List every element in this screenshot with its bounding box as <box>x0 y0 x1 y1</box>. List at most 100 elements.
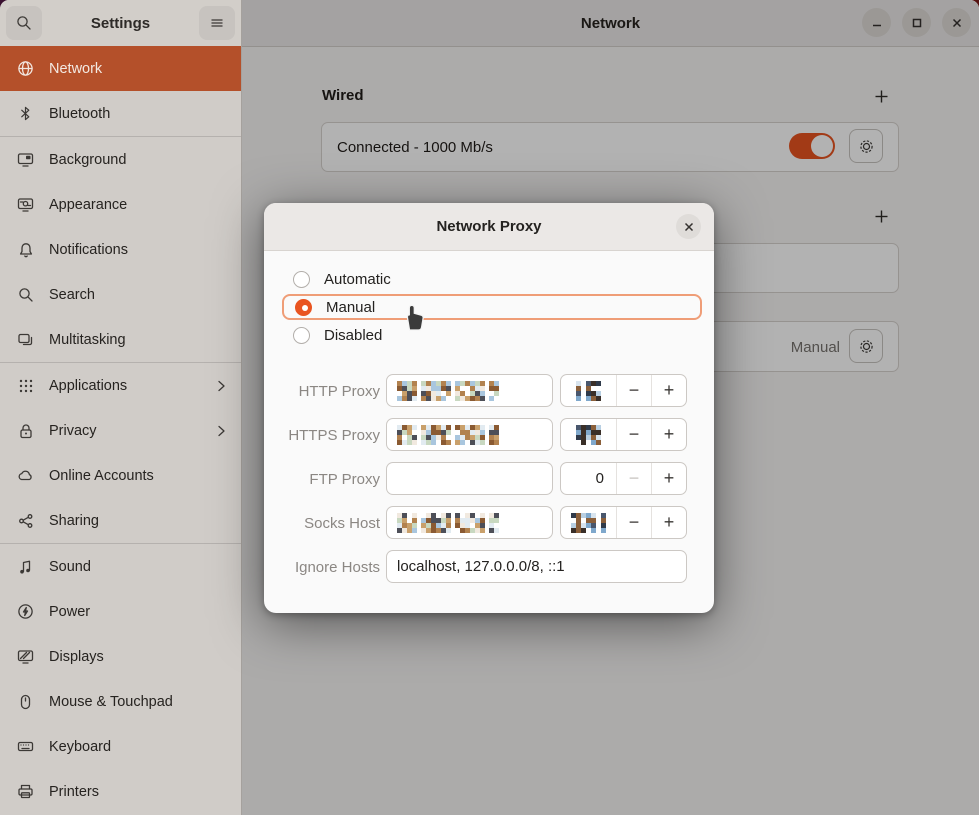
lock-icon <box>17 422 34 439</box>
search-icon <box>16 15 32 31</box>
http-proxy-input[interactable] <box>386 374 553 407</box>
redacted-port <box>576 425 601 445</box>
redacted-value <box>397 425 499 445</box>
sidebar-item-multitasking[interactable]: Multitasking <box>0 317 241 362</box>
dialog-title: Network Proxy <box>436 218 541 235</box>
sidebar: Settings Network Bluetooth <box>0 0 242 815</box>
sidebar-item-notifications[interactable]: Notifications <box>0 227 241 272</box>
sidebar-item-keyboard[interactable]: Keyboard <box>0 724 241 769</box>
dialog-close-button[interactable] <box>676 214 701 239</box>
hand-cursor <box>402 303 426 333</box>
sidebar-titlebar: Settings <box>0 0 241 47</box>
sidebar-item-mouse-touchpad[interactable]: Mouse & Touchpad <box>0 679 241 724</box>
sidebar-item-label: Displays <box>49 649 227 665</box>
ftp-port-value: 0 <box>561 463 617 494</box>
spin-plus-button[interactable]: + <box>652 463 686 494</box>
sidebar-item-label: Power <box>49 604 227 620</box>
radio-row-manual[interactable]: Manual <box>282 294 702 320</box>
ftp-proxy-port-spinner[interactable]: 0 − + <box>560 462 687 495</box>
spin-plus-button[interactable]: + <box>652 375 686 406</box>
redacted-value <box>397 381 499 401</box>
http-proxy-label: HTTP Proxy <box>264 383 380 400</box>
sidebar-item-label: Online Accounts <box>49 468 227 484</box>
sidebar-item-label: Multitasking <box>49 332 227 348</box>
cloud-icon <box>17 467 34 484</box>
radio-row-automatic[interactable]: Automatic <box>282 266 702 292</box>
power-bolt-icon <box>17 603 34 620</box>
sidebar-item-label: Notifications <box>49 242 227 258</box>
sidebar-item-label: Mouse & Touchpad <box>49 694 227 710</box>
sidebar-item-label: Printers <box>49 784 227 800</box>
close-icon <box>683 221 695 233</box>
ignore-hosts-input[interactable]: localhost, 127.0.0.0/8, ::1 <box>386 550 687 583</box>
spin-minus-button[interactable]: − <box>617 507 652 538</box>
sidebar-item-printers[interactable]: Printers <box>0 769 241 814</box>
share-nodes-icon <box>17 512 34 529</box>
ftp-proxy-label: FTP Proxy <box>264 471 380 488</box>
sidebar-title: Settings <box>91 15 150 32</box>
music-note-icon <box>17 558 34 575</box>
sidebar-item-label: Appearance <box>49 197 227 213</box>
sidebar-item-label: Sharing <box>49 513 227 529</box>
dialog-header[interactable]: Network Proxy <box>264 203 714 251</box>
appearance-icon <box>17 196 34 213</box>
windows-icon <box>17 331 34 348</box>
sidebar-item-network[interactable]: Network <box>0 46 241 91</box>
bluetooth-icon <box>17 105 34 122</box>
monitor-icon <box>17 648 34 665</box>
sidebar-item-label: Background <box>49 152 227 168</box>
settings-window: Settings Network Bluetooth <box>0 0 979 815</box>
ftp-proxy-input[interactable] <box>386 462 553 495</box>
spin-minus-button[interactable]: − <box>617 375 652 406</box>
background-icon <box>17 151 34 168</box>
magnifier-icon <box>17 286 34 303</box>
sidebar-item-online-accounts[interactable]: Online Accounts <box>0 453 241 498</box>
printer-icon <box>17 783 34 800</box>
http-proxy-port-spinner[interactable]: − + <box>560 374 687 407</box>
sidebar-item-label: Bluetooth <box>49 106 227 122</box>
primary-menu-button[interactable] <box>199 6 235 40</box>
spin-plus-button[interactable]: + <box>652 507 686 538</box>
radio-label: Manual <box>326 299 375 316</box>
ignore-hosts-value: localhost, 127.0.0.0/8, ::1 <box>397 558 565 575</box>
https-proxy-label: HTTPS Proxy <box>264 427 380 444</box>
redacted-port <box>576 381 601 401</box>
sidebar-item-bluetooth[interactable]: Bluetooth <box>0 91 241 136</box>
redacted-port <box>571 513 606 533</box>
radio-disabled[interactable] <box>293 327 310 344</box>
radio-row-disabled[interactable]: Disabled <box>282 322 702 348</box>
sidebar-item-label: Network <box>49 61 227 77</box>
spin-plus-button[interactable]: + <box>652 419 686 450</box>
radio-label: Disabled <box>324 327 382 344</box>
sidebar-list: Network Bluetooth Background Appearance <box>0 46 241 815</box>
search-button[interactable] <box>6 6 42 40</box>
sidebar-item-applications[interactable]: Applications <box>0 363 241 408</box>
sidebar-item-label: Applications <box>49 378 200 394</box>
spin-minus-button[interactable]: − <box>617 419 652 450</box>
radio-manual[interactable] <box>295 299 312 316</box>
sidebar-item-search[interactable]: Search <box>0 272 241 317</box>
sidebar-item-power[interactable]: Power <box>0 589 241 634</box>
sidebar-item-label: Keyboard <box>49 739 227 755</box>
sidebar-item-displays[interactable]: Displays <box>0 634 241 679</box>
sidebar-item-label: Sound <box>49 559 227 575</box>
sidebar-item-privacy[interactable]: Privacy <box>0 408 241 453</box>
sidebar-item-background[interactable]: Background <box>0 137 241 182</box>
sidebar-item-appearance[interactable]: Appearance <box>0 182 241 227</box>
network-proxy-dialog: Network Proxy Automatic Manual Disabled … <box>264 203 714 613</box>
sidebar-item-sharing[interactable]: Sharing <box>0 498 241 543</box>
radio-automatic[interactable] <box>293 271 310 288</box>
spin-minus-button[interactable]: − <box>617 463 652 494</box>
bell-icon <box>17 241 34 258</box>
https-proxy-port-spinner[interactable]: − + <box>560 418 687 451</box>
hamburger-menu-icon <box>209 15 225 31</box>
socks-host-input[interactable] <box>386 506 553 539</box>
sidebar-item-label: Search <box>49 287 227 303</box>
radio-label: Automatic <box>324 271 391 288</box>
sidebar-item-sound[interactable]: Sound <box>0 544 241 589</box>
https-proxy-input[interactable] <box>386 418 553 451</box>
globe-icon <box>17 60 34 77</box>
app-grid-icon <box>17 377 34 394</box>
sidebar-item-label: Privacy <box>49 423 200 439</box>
socks-port-spinner[interactable]: − + <box>560 506 687 539</box>
